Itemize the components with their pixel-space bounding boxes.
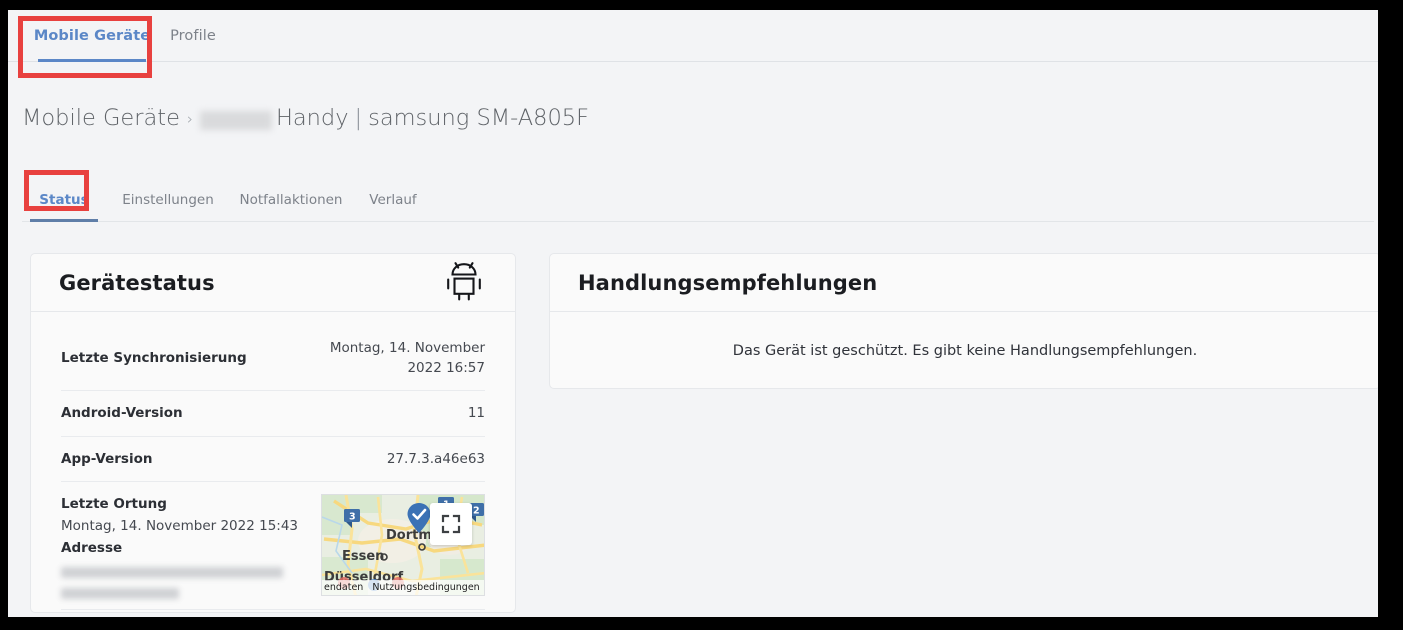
sub-tab-label: Status: [39, 191, 89, 208]
svg-text:3: 3: [349, 512, 356, 523]
top-tab-profile[interactable]: Profile: [160, 10, 226, 62]
top-tab-label: Mobile Geräte: [33, 28, 151, 44]
svg-text:Dortm: Dortm: [386, 528, 432, 543]
breadcrumb-device-model: samsung SM-A805F: [368, 105, 590, 131]
sub-tab-label: Verlauf: [369, 191, 417, 208]
location-label: Letzte Ortung: [61, 496, 167, 513]
device-status-table: Letzte Synchronisierung Montag, 14. Nove…: [31, 312, 515, 611]
top-tab-bar: Mobile Geräte Profile: [8, 10, 1378, 62]
row-label: Letzte Synchronisierung: [61, 349, 247, 366]
table-row: Letzte Synchronisierung Montag, 14. Nove…: [61, 326, 485, 392]
sub-tab-notfallaktionen[interactable]: Notfallaktionen: [230, 178, 352, 221]
app-frame: Mobile Geräte Profile Mobile Geräte › Ha…: [8, 10, 1378, 617]
breadcrumb-pipe: |: [354, 105, 363, 131]
address-redacted-line-1: [61, 567, 283, 579]
recommendations-card-header: Handlungsempfehlungen: [550, 254, 1378, 312]
breadcrumb-root[interactable]: Mobile Geräte: [22, 105, 180, 131]
svg-text:Essen: Essen: [342, 549, 384, 564]
recommendations-card: Handlungsempfehlungen Das Gerät ist gesc…: [549, 253, 1378, 389]
device-status-card: Gerätestatus Letzte Synchronisierung Mon…: [30, 253, 516, 613]
fullscreen-expand-icon[interactable]: [430, 503, 472, 546]
map-attribution: endaten Nutzungsbedingungen: [322, 580, 484, 596]
breadcrumb: Mobile Geräte › Handy | samsung SM-A805F: [22, 98, 589, 138]
sub-tab-einstellungen[interactable]: Einstellungen: [114, 178, 222, 221]
row-value: 11: [467, 405, 485, 422]
table-row: Android-Version 11: [61, 391, 485, 437]
sub-tab-verlauf[interactable]: Verlauf: [362, 178, 424, 221]
map-credit-terms[interactable]: Nutzungsbedingungen: [372, 582, 479, 593]
breadcrumb-redacted-name: [199, 110, 272, 130]
address-redacted-line-2: [61, 588, 179, 600]
row-label: Android-Version: [61, 405, 183, 422]
device-status-card-header: Gerätestatus: [31, 254, 515, 312]
top-tab-mobile-geraete[interactable]: Mobile Geräte: [30, 10, 154, 62]
breadcrumb-separator: ›: [186, 110, 193, 128]
sub-tab-bar: Status Einstellungen Notfallaktionen Ver…: [22, 178, 1374, 222]
map-credit-left: endaten: [324, 582, 364, 594]
row-value: Montag, 14. November 2022 16:57: [329, 340, 485, 376]
location-details: Letzte Ortung Montag, 14. November 2022 …: [61, 494, 309, 600]
sub-tab-label: Einstellungen: [122, 191, 214, 208]
row-label: App-Version: [61, 450, 153, 467]
recommendations-empty-message: Das Gerät ist geschützt. Es gibt keine H…: [732, 342, 1198, 359]
location-datetime: Montag, 14. November 2022 15:43: [61, 518, 299, 535]
sub-tab-status[interactable]: Status: [30, 178, 98, 222]
location-map-thumbnail[interactable]: Dortm Essen Düsseldorf 3 2 endaten Nutzu…: [321, 494, 485, 597]
svg-text:2: 2: [473, 506, 480, 517]
address-label: Adresse: [61, 540, 123, 557]
recommendations-title: Handlungsempfehlungen: [578, 270, 878, 295]
top-tab-label: Profile: [170, 28, 216, 44]
table-row: App-Version 27.7.3.a46e63: [61, 437, 485, 483]
android-robot-icon: [445, 261, 483, 305]
row-value: 27.7.3.a46e63: [386, 450, 485, 467]
table-row-location: Letzte Ortung Montag, 14. November 2022 …: [61, 482, 485, 611]
sub-tab-label: Notfallaktionen: [239, 191, 343, 208]
breadcrumb-device-suffix: Handy: [275, 105, 349, 131]
page-title: Gerätestatus: [59, 270, 215, 295]
